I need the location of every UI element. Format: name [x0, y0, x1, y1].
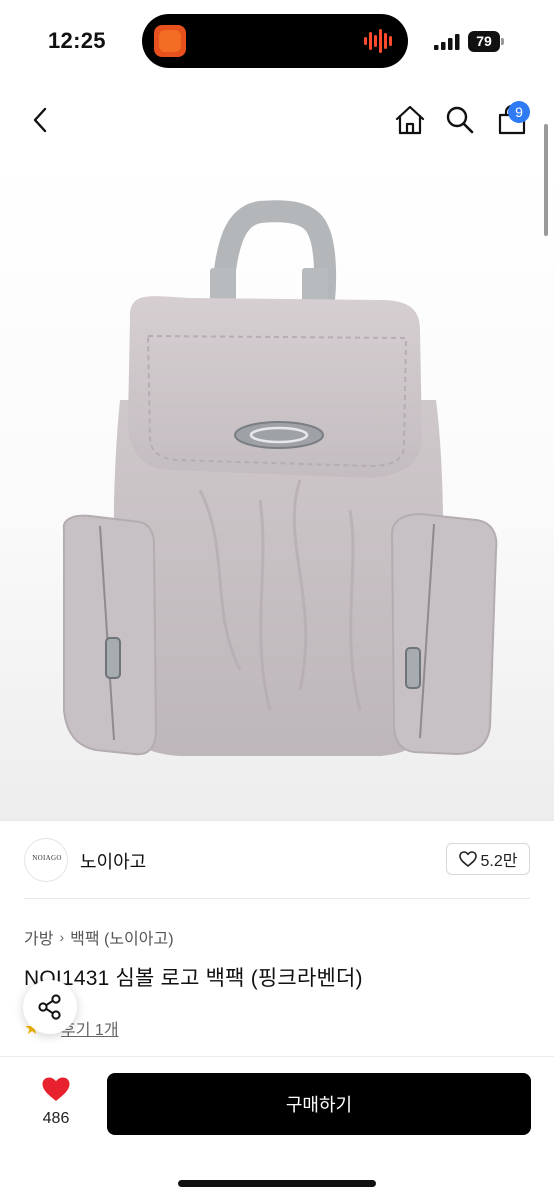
battery-tip [501, 38, 504, 45]
breadcrumb: 가방 › 백팩 (노이아고) [24, 925, 174, 949]
breadcrumb-item-backpack[interactable]: 백팩 (노이아고) [70, 925, 173, 949]
home-indicator[interactable] [178, 1180, 376, 1187]
like-count: 5.2만 [480, 853, 518, 870]
seller-logo[interactable]: NOIAGO [24, 838, 68, 882]
product-image[interactable] [0, 150, 554, 820]
search-button[interactable] [438, 90, 482, 150]
search-icon [446, 106, 474, 134]
back-icon [33, 107, 47, 133]
chevron-right-icon: › [59, 929, 65, 945]
seller-logo-text: NOIAGO [32, 854, 62, 862]
cellular-signal-icon [434, 34, 460, 50]
heart-filled-icon [42, 1077, 70, 1101]
audio-wave-icon [364, 29, 392, 53]
top-navigation [0, 90, 554, 150]
scrollbar-thumb[interactable] [544, 124, 548, 236]
seller-name[interactable]: 노이아고 [80, 848, 146, 874]
home-button[interactable] [388, 90, 432, 150]
buy-button[interactable]: 구매하기 [107, 1073, 531, 1135]
home-icon [395, 105, 425, 135]
dynamic-island[interactable] [142, 14, 408, 68]
status-bar: 12:25 79 [0, 0, 554, 84]
back-button[interactable] [18, 90, 62, 150]
backpack-illustration [62, 200, 498, 756]
share-icon [38, 994, 61, 1020]
seller-row[interactable]: NOIAGO 노이아고 5.2만 [24, 838, 530, 882]
product-title: NOI1431 심볼 로고 백팩 (핑크라벤더) [24, 967, 363, 990]
live-activity-app-icon [154, 25, 186, 57]
breadcrumb-item-bags[interactable]: 가방 [24, 925, 53, 949]
status-time: 12:25 [48, 28, 106, 53]
wishlist-button[interactable]: 486 [30, 1076, 82, 1132]
share-button[interactable] [23, 980, 77, 1034]
divider [0, 820, 554, 821]
cart-count-badge: 9 [508, 101, 530, 123]
battery-indicator: 79 [468, 31, 504, 52]
battery-level: 79 [468, 31, 500, 52]
wishlist-count: 486 [42, 1110, 70, 1127]
like-button[interactable]: 5.2만 [446, 843, 530, 875]
heart-outline-icon [458, 851, 477, 867]
divider [24, 898, 530, 899]
